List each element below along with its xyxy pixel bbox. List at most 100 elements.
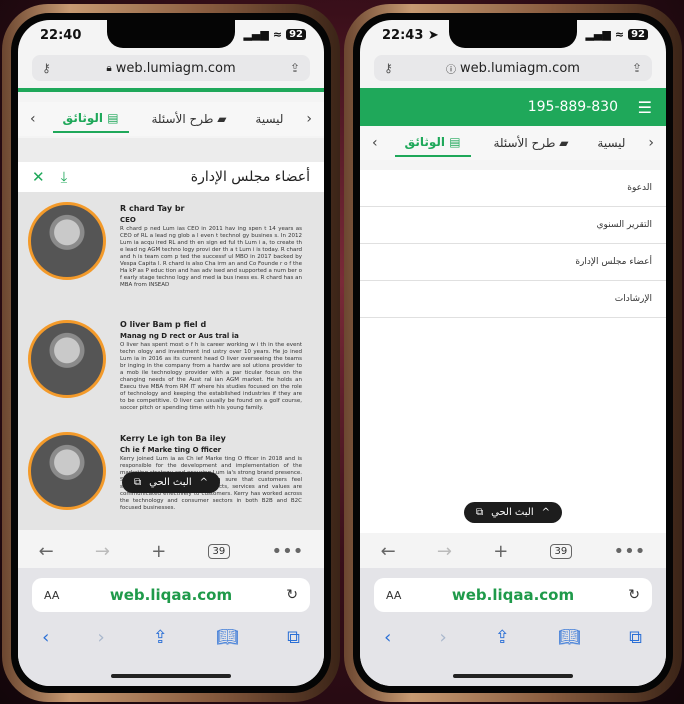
list-item[interactable]: التقرير السنوي bbox=[360, 207, 666, 244]
safari-bar: AA web.liqaa.com ↻ ‹ › ⇪ 📖︎ ⧉ bbox=[360, 568, 666, 686]
forward-icon[interactable]: → bbox=[437, 541, 452, 562]
back-icon[interactable]: ‹ bbox=[42, 627, 49, 648]
plus-icon[interactable]: + bbox=[151, 541, 166, 562]
text-size-button[interactable]: AA bbox=[386, 589, 401, 602]
document-header: ✕ ⤓ أعضاء مجلس الإدارة bbox=[18, 162, 324, 192]
meeting-id: 195-889-830 bbox=[527, 99, 618, 115]
tabs-icon[interactable]: ⧉ bbox=[629, 627, 642, 648]
tab-bar: ‹ الوثائق ▤ طرح الأسئلة ▰ ليسية › bbox=[360, 126, 666, 160]
tab-documents[interactable]: الوثائق ▤ bbox=[394, 129, 471, 157]
member-name: Kerry Le igh ton Ba iley bbox=[120, 434, 226, 443]
bookmarks-icon[interactable]: 📖︎ bbox=[558, 627, 581, 648]
tab-bar: ‹ الوثائق ▤ طرح الأسئلة ▰ ليسية › bbox=[18, 102, 324, 136]
viewer-toolbar: ← → + 39 ••• bbox=[18, 533, 324, 569]
status-time: 22:40 bbox=[40, 28, 82, 43]
tab-main[interactable]: ليسية bbox=[591, 130, 631, 156]
documents-list: الدعوة التقرير السنوي أعضاء مجلس الإدارة… bbox=[360, 170, 666, 318]
forward-icon[interactable]: › bbox=[97, 627, 104, 648]
tabs-next-icon[interactable]: › bbox=[306, 111, 312, 127]
plus-icon[interactable]: + bbox=[493, 541, 508, 562]
live-stream-button[interactable]: ⧉ البث الحي ^ bbox=[464, 502, 562, 523]
key-icon[interactable]: ⚷ bbox=[42, 61, 51, 75]
tabs-next-icon[interactable]: › bbox=[648, 135, 654, 151]
menu-icon[interactable]: ☰ bbox=[638, 98, 652, 117]
wifi-icon: ≈ bbox=[272, 28, 283, 41]
info-icon: ⓘ bbox=[446, 64, 457, 76]
left-phone: 22:40 ▂▄▆ ≈ 92 ⚷ 🔒︎ web.lumiagm.com ⇪ ‹ … bbox=[2, 4, 340, 702]
tabs-prev-icon[interactable]: ‹ bbox=[372, 135, 378, 151]
text-size-button[interactable]: AA bbox=[44, 589, 59, 602]
url-text: web.lumiagm.com bbox=[460, 60, 580, 76]
battery-icon: 92 bbox=[628, 29, 648, 40]
member-role: Manag ng D rect or Aus tral ia bbox=[120, 332, 239, 340]
safari-address-bar[interactable]: AA web.liqaa.com ↻ bbox=[32, 578, 310, 612]
document-icon: ▤ bbox=[107, 111, 119, 125]
download-icon[interactable]: ⤓ bbox=[61, 168, 68, 186]
lock-icon: 🔒︎ bbox=[106, 62, 112, 74]
safari-address-bar[interactable]: AA web.liqaa.com ↻ bbox=[374, 578, 652, 612]
cast-icon: ⧉ bbox=[476, 507, 484, 518]
tab-main[interactable]: ليسية bbox=[249, 106, 289, 132]
safari-bar: AA web.liqaa.com ↻ ‹ › ⇪ 📖︎ ⧉ bbox=[18, 568, 324, 686]
live-stream-button[interactable]: ⧉ البث الحي ^ bbox=[122, 472, 220, 493]
back-icon[interactable]: ← bbox=[381, 541, 396, 562]
list-item[interactable]: الدعوة bbox=[360, 170, 666, 207]
url-bar[interactable]: ⚷ ⓘ web.lumiagm.com ⇪ bbox=[374, 55, 652, 81]
member-bio: O liver has spent most o f h is career w… bbox=[120, 342, 302, 411]
signal-icon: ▂▄▆ bbox=[585, 28, 611, 41]
tab-documents[interactable]: الوثائق ▤ bbox=[52, 105, 129, 133]
right-phone: 22:43 ➤ ▂▄▆ ≈ 92 ⚷ ⓘ web.lumiagm.com ⇪ 1… bbox=[344, 4, 682, 702]
document-icon: ▤ bbox=[449, 135, 461, 149]
status-time: 22:43 ➤ bbox=[382, 28, 439, 43]
avatar bbox=[28, 432, 106, 510]
tab-questions[interactable]: طرح الأسئلة ▰ bbox=[487, 130, 574, 156]
battery-icon: 92 bbox=[286, 29, 306, 40]
url-bar[interactable]: ⚷ 🔒︎ web.lumiagm.com ⇪ bbox=[32, 55, 310, 81]
forward-icon[interactable]: → bbox=[95, 541, 110, 562]
share-icon[interactable]: ⇪ bbox=[632, 61, 642, 75]
share-icon[interactable]: ⇪ bbox=[153, 627, 168, 648]
meeting-header: 195-889-830 ☰ bbox=[360, 88, 666, 126]
list-item[interactable]: الإرشادات bbox=[360, 281, 666, 318]
member-name: O liver Bam p fiel d bbox=[120, 320, 207, 329]
tab-count[interactable]: 39 bbox=[207, 543, 231, 559]
share-icon[interactable]: ⇪ bbox=[495, 627, 510, 648]
location-icon: ➤ bbox=[427, 28, 439, 43]
reload-icon[interactable]: ↻ bbox=[628, 587, 640, 603]
member-role: CEO bbox=[120, 216, 136, 224]
reload-icon[interactable]: ↻ bbox=[286, 587, 298, 603]
chevron-up-icon: ^ bbox=[199, 477, 208, 488]
chevron-up-icon: ^ bbox=[541, 507, 550, 518]
more-icon[interactable]: ••• bbox=[272, 541, 304, 562]
brand-stripe bbox=[18, 88, 324, 92]
avatar bbox=[28, 202, 106, 280]
back-icon[interactable]: ← bbox=[39, 541, 54, 562]
document-title: أعضاء مجلس الإدارة bbox=[190, 169, 310, 185]
forward-icon[interactable]: › bbox=[439, 627, 446, 648]
viewer-toolbar: ← → + 39 ••• bbox=[360, 533, 666, 569]
right-screen: 22:43 ➤ ▂▄▆ ≈ 92 ⚷ ⓘ web.lumiagm.com ⇪ 1… bbox=[360, 20, 666, 686]
wifi-icon: ≈ bbox=[614, 28, 625, 41]
notch bbox=[449, 20, 577, 48]
signal-icon: ▂▄▆ bbox=[243, 28, 269, 41]
tabs-icon[interactable]: ⧉ bbox=[287, 627, 300, 648]
member-name: R chard Tay br bbox=[120, 204, 185, 213]
share-icon[interactable]: ⇪ bbox=[290, 61, 300, 75]
close-icon[interactable]: ✕ bbox=[32, 168, 45, 186]
back-icon[interactable]: ‹ bbox=[384, 627, 391, 648]
cast-icon: ⧉ bbox=[134, 477, 142, 488]
url-text: web.lumiagm.com bbox=[115, 60, 236, 76]
chat-icon: ▰ bbox=[559, 136, 569, 150]
notch bbox=[107, 20, 235, 48]
member-role: Ch ie f Marke ting O fficer bbox=[120, 446, 222, 454]
tabs-prev-icon[interactable]: ‹ bbox=[30, 111, 36, 127]
tab-questions[interactable]: طرح الأسئلة ▰ bbox=[145, 106, 232, 132]
key-icon[interactable]: ⚷ bbox=[384, 61, 393, 75]
avatar bbox=[28, 320, 106, 398]
left-screen: 22:40 ▂▄▆ ≈ 92 ⚷ 🔒︎ web.lumiagm.com ⇪ ‹ … bbox=[18, 20, 324, 686]
more-icon[interactable]: ••• bbox=[614, 541, 646, 562]
list-item[interactable]: أعضاء مجلس الإدارة bbox=[360, 244, 666, 281]
tab-count[interactable]: 39 bbox=[549, 543, 573, 559]
safari-url: web.liqaa.com bbox=[451, 586, 575, 604]
bookmarks-icon[interactable]: 📖︎ bbox=[216, 627, 239, 648]
